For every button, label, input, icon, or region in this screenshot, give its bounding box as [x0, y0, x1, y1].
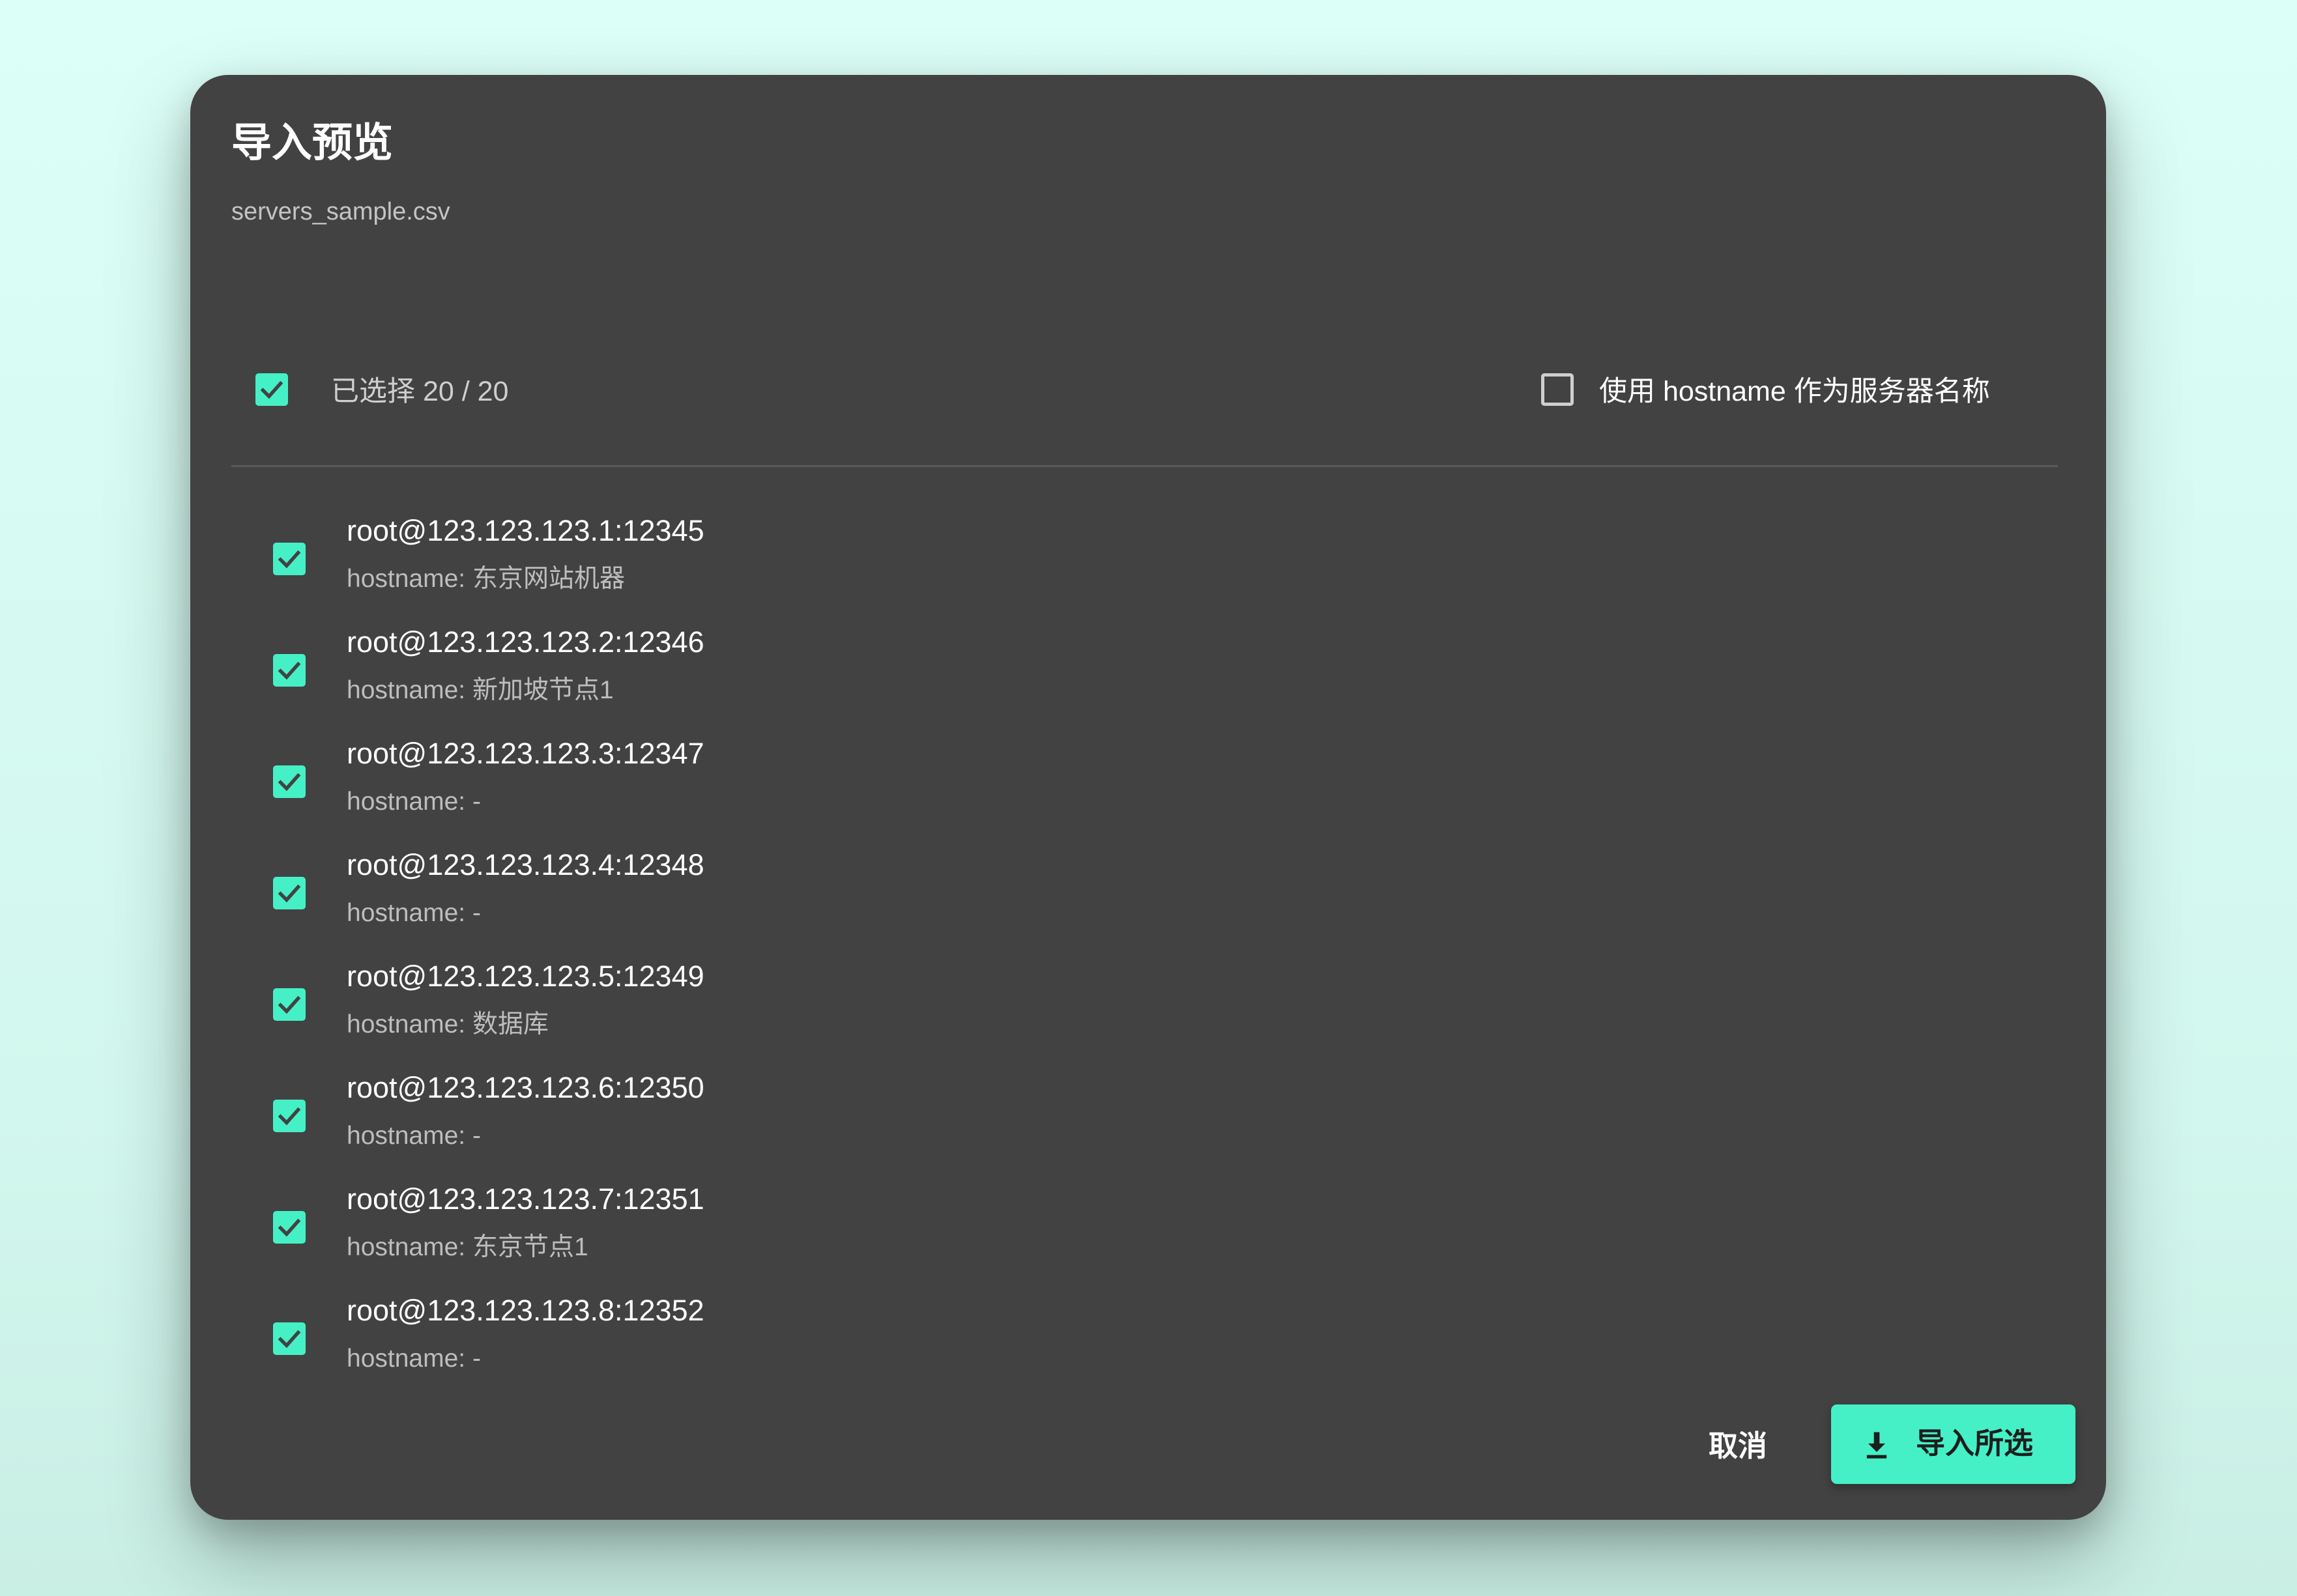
server-row[interactable]: root@123.123.123.5:12349 hostname: 数据库 [190, 949, 2106, 1060]
use-hostname-checkbox[interactable] [1541, 373, 1574, 406]
server-address: root@123.123.123.3:12347 [347, 737, 704, 770]
checkmark-icon [278, 1330, 301, 1348]
dialog-title: 导入预览 [231, 121, 394, 165]
server-hostname: hostname: - [347, 788, 481, 816]
server-row[interactable]: root@123.123.123.4:12348 hostname: - [190, 838, 2106, 948]
server-hostname: hostname: - [347, 899, 481, 927]
checkmark-icon [278, 1107, 301, 1126]
checkmark-icon [278, 661, 301, 680]
download-icon [1866, 1432, 1887, 1459]
server-row[interactable]: root@123.123.123.1:12345 hostname: 东京网站机… [190, 504, 2106, 614]
checkmark-icon [278, 773, 301, 791]
server-address: root@123.123.123.8:12352 [347, 1294, 704, 1327]
server-row[interactable]: root@123.123.123.7:12351 hostname: 东京节点1 [190, 1172, 2106, 1283]
file-name: servers_sample.csv [231, 198, 450, 225]
import-preview-dialog: 导入预览 servers_sample.csv 已选择 20 / 20 使用 h… [190, 75, 2106, 1520]
checkmark-icon [278, 884, 301, 903]
server-row[interactable]: root@123.123.123.3:12347 hostname: - [190, 726, 2106, 837]
server-checkbox[interactable] [273, 543, 306, 575]
server-address: root@123.123.123.7:12351 [347, 1182, 704, 1216]
server-hostname: hostname: - [347, 1122, 481, 1150]
checkmark-icon [278, 550, 301, 569]
import-selected-button[interactable]: 导入所选 [1831, 1404, 2075, 1484]
server-row[interactable]: root@123.123.123.8:12352 hostname: - [190, 1283, 2106, 1394]
divider [231, 465, 2058, 467]
checkmark-icon [278, 995, 301, 1014]
server-address: root@123.123.123.5:12349 [347, 960, 704, 993]
server-hostname: hostname: 东京节点1 [347, 1233, 588, 1261]
cancel-button[interactable]: 取消 [1696, 1407, 1780, 1485]
server-row[interactable]: root@123.123.123.6:12350 hostname: - [190, 1061, 2106, 1171]
selection-count-label: 已选择 20 / 20 [331, 376, 509, 407]
server-hostname: hostname: 东京网站机器 [347, 565, 625, 593]
checkmark-icon [278, 1218, 301, 1237]
server-address: root@123.123.123.6:12350 [347, 1071, 704, 1104]
server-checkbox[interactable] [273, 654, 306, 687]
checkmark-icon [260, 380, 283, 399]
server-checkbox[interactable] [273, 1100, 306, 1132]
import-button-label: 导入所选 [1916, 1427, 2034, 1460]
use-hostname-label[interactable]: 使用 hostname 作为服务器名称 [1599, 372, 1990, 411]
server-checkbox[interactable] [273, 1322, 306, 1355]
select-all-checkbox[interactable] [255, 373, 288, 406]
server-address: root@123.123.123.1:12345 [347, 514, 704, 547]
server-checkbox[interactable] [273, 765, 306, 798]
server-checkbox[interactable] [273, 877, 306, 909]
server-hostname: hostname: - [347, 1345, 481, 1373]
server-address: root@123.123.123.2:12346 [347, 625, 704, 659]
server-hostname: hostname: 数据库 [347, 1010, 549, 1038]
server-address: root@123.123.123.4:12348 [347, 848, 704, 881]
server-row[interactable]: root@123.123.123.2:12346 hostname: 新加坡节点… [190, 615, 2106, 726]
server-checkbox[interactable] [273, 1211, 306, 1244]
server-hostname: hostname: 新加坡节点1 [347, 676, 614, 704]
server-checkbox[interactable] [273, 988, 306, 1021]
